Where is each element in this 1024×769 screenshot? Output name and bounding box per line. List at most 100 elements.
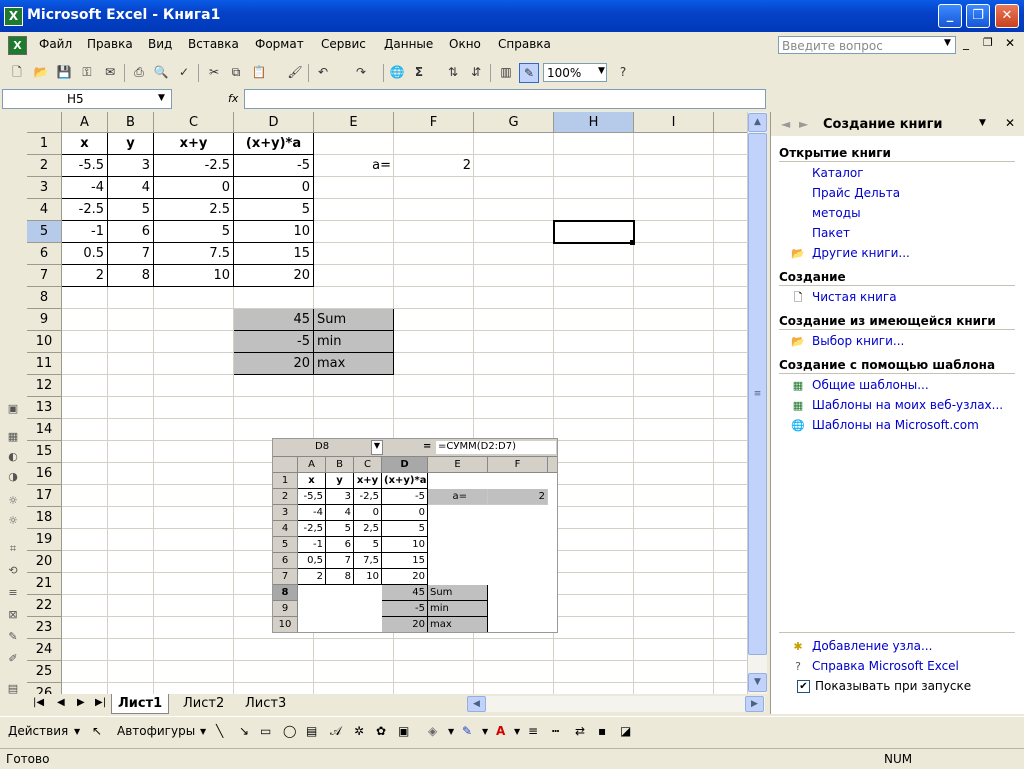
- menu-edit[interactable]: Правка: [87, 37, 133, 51]
- row-header[interactable]: 24: [27, 639, 62, 661]
- drawing-toggle-icon[interactable]: ✎: [519, 63, 539, 83]
- column-header[interactable]: A: [62, 112, 108, 133]
- cell[interactable]: 5: [154, 221, 234, 243]
- cell[interactable]: 3: [108, 155, 154, 177]
- row-header[interactable]: 17: [27, 485, 62, 507]
- cell[interactable]: -5: [234, 155, 314, 177]
- chart-wizard-icon[interactable]: ▥: [497, 63, 515, 81]
- more-brightness-icon[interactable]: ☼: [5, 494, 21, 508]
- line-style-icon[interactable]: ≡: [5, 586, 21, 600]
- set-transparent-icon[interactable]: ✐: [5, 652, 21, 666]
- save-icon[interactable]: 💾: [55, 63, 73, 81]
- shadow-icon[interactable]: ▪: [598, 724, 606, 738]
- cell[interactable]: max: [314, 353, 394, 375]
- textbox-icon[interactable]: ▤: [306, 724, 317, 738]
- 3d-icon[interactable]: ◪: [620, 724, 631, 738]
- row-header[interactable]: 7: [27, 265, 62, 287]
- row-header[interactable]: 23: [27, 617, 62, 639]
- fill-color-icon[interactable]: ◈: [428, 724, 437, 738]
- prev-sheet-icon[interactable]: ◀: [57, 697, 65, 708]
- cell[interactable]: 4: [108, 177, 154, 199]
- cell[interactable]: 10: [234, 221, 314, 243]
- cell[interactable]: 10: [154, 265, 234, 287]
- row-header[interactable]: 21: [27, 573, 62, 595]
- rotate-icon[interactable]: ⟲: [5, 564, 21, 578]
- row-header[interactable]: 2: [27, 155, 62, 177]
- menu-insert[interactable]: Вставка: [188, 37, 239, 51]
- row-header[interactable]: 22: [27, 595, 62, 617]
- menu-tools[interactable]: Сервис: [321, 37, 366, 51]
- select-objects-icon[interactable]: ↖: [92, 724, 102, 738]
- row-header[interactable]: 15: [27, 441, 62, 463]
- new-icon[interactable]: 🗋: [8, 63, 26, 81]
- row-header[interactable]: 14: [27, 419, 62, 441]
- scroll-up-icon[interactable]: ▲: [748, 113, 767, 132]
- sheet-tab-2[interactable]: Лист2: [177, 694, 230, 713]
- undo-icon[interactable]: ↶: [314, 63, 332, 81]
- row-header[interactable]: 6: [27, 243, 62, 265]
- sheet-tab-1[interactable]: Лист1: [111, 694, 170, 714]
- cell[interactable]: 6: [108, 221, 154, 243]
- cell[interactable]: 2.5: [154, 199, 234, 221]
- font-color-icon[interactable]: A: [496, 724, 505, 738]
- redo-icon[interactable]: ↷: [352, 63, 370, 81]
- format-painter-icon[interactable]: 🖌: [286, 63, 304, 81]
- menu-data[interactable]: Данные: [384, 37, 433, 51]
- format-picture-icon[interactable]: ✎: [5, 630, 21, 644]
- autoshapes-menu[interactable]: Автофигуры: [117, 724, 195, 738]
- task-pane-menu-icon[interactable]: ▼: [979, 118, 986, 128]
- column-header[interactable]: G: [474, 112, 554, 133]
- more-contrast-icon[interactable]: ◐: [5, 450, 21, 464]
- print-preview-icon[interactable]: 🔍: [152, 63, 170, 81]
- image-control-icon[interactable]: ▦: [5, 430, 21, 444]
- line-style-icon[interactable]: ≡: [528, 724, 538, 738]
- doc-minimize-button[interactable]: _: [963, 36, 969, 50]
- compress-icon[interactable]: ⊠: [5, 608, 21, 622]
- blank-book-link[interactable]: Чистая книга: [812, 290, 897, 304]
- minimize-button[interactable]: _: [938, 4, 962, 28]
- excel-app-icon[interactable]: X: [4, 7, 23, 26]
- cut-icon[interactable]: ✂: [205, 63, 223, 81]
- forward-icon[interactable]: ►: [799, 117, 808, 131]
- open-link[interactable]: Пакет: [812, 226, 850, 240]
- open-link[interactable]: Прайс Дельта: [812, 186, 900, 200]
- spelling-icon[interactable]: ✓: [175, 63, 193, 81]
- arrow-icon[interactable]: ↘: [239, 724, 249, 738]
- doc-close-button[interactable]: ✕: [1005, 36, 1015, 50]
- vertical-scrollbar[interactable]: ▲ ≡ ▼: [747, 112, 767, 694]
- paste-icon[interactable]: 📋: [250, 63, 268, 81]
- hyperlink-icon[interactable]: 🌐: [388, 63, 406, 81]
- line-color-icon[interactable]: ✎: [462, 724, 472, 738]
- cell[interactable]: 0: [154, 177, 234, 199]
- row-header[interactable]: 8: [27, 287, 62, 309]
- open-link[interactable]: методы: [812, 206, 861, 220]
- cell[interactable]: 2: [62, 265, 108, 287]
- cell[interactable]: -5: [234, 331, 314, 353]
- autosum-icon[interactable]: Σ: [410, 63, 428, 81]
- zoom-dropdown-icon[interactable]: ▼: [598, 66, 605, 76]
- help-icon[interactable]: ?: [614, 63, 632, 81]
- doc-restore-button[interactable]: ❐: [983, 36, 993, 49]
- cell[interactable]: min: [314, 331, 394, 353]
- fx-icon[interactable]: fx: [228, 92, 238, 105]
- menu-window[interactable]: Окно: [449, 37, 481, 51]
- copy-icon[interactable]: ⧉: [227, 63, 245, 81]
- other-books-link[interactable]: Другие книги...: [812, 246, 910, 260]
- row-header[interactable]: 19: [27, 529, 62, 551]
- row-header[interactable]: 3: [27, 177, 62, 199]
- cell[interactable]: 5: [234, 199, 314, 221]
- picture-icon[interactable]: ▣: [398, 724, 409, 738]
- template-link[interactable]: Общие шаблоны...: [812, 378, 929, 392]
- cell[interactable]: 2: [394, 155, 474, 177]
- menu-view[interactable]: Вид: [148, 37, 172, 51]
- next-sheet-icon[interactable]: ▶: [77, 697, 85, 708]
- cell[interactable]: a=: [314, 155, 394, 177]
- oval-icon[interactable]: ◯: [283, 724, 296, 738]
- cell[interactable]: 0: [234, 177, 314, 199]
- permission-icon[interactable]: ⚿: [78, 63, 96, 81]
- rectangle-icon[interactable]: ▭: [260, 724, 271, 738]
- column-header[interactable]: D: [234, 112, 314, 133]
- document-icon[interactable]: X: [8, 36, 27, 55]
- row-header[interactable]: 4: [27, 199, 62, 221]
- fill-handle[interactable]: [630, 240, 635, 245]
